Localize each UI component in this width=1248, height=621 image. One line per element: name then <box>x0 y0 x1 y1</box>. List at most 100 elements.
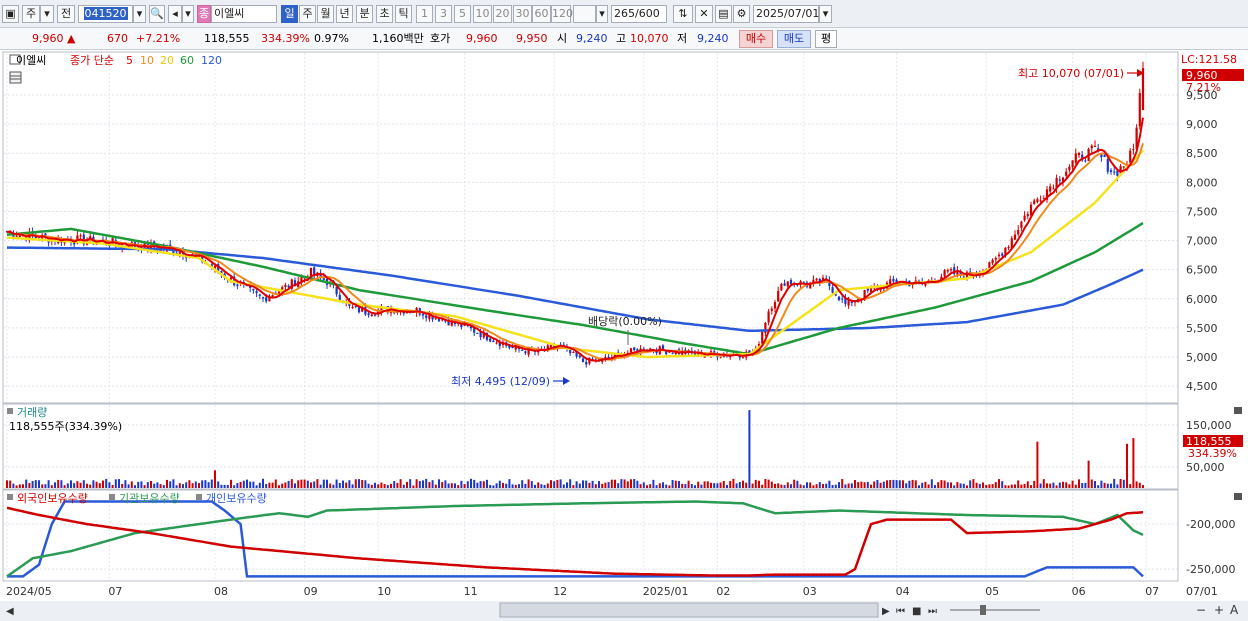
volume-bar <box>50 485 53 488</box>
candle-body <box>1116 170 1119 176</box>
volume-bar <box>303 479 306 488</box>
volume-bar <box>1052 482 1055 488</box>
tab-period-year[interactable]: 년 <box>336 5 353 23</box>
date-picker-icon[interactable]: ▾ <box>819 5 832 23</box>
candle-body <box>373 314 377 316</box>
volume-bar <box>223 484 226 488</box>
volume-bar <box>255 485 258 488</box>
volume-bar <box>604 482 607 488</box>
volume-bar <box>834 484 837 488</box>
volume-bar <box>713 483 716 488</box>
volume-bar <box>1110 483 1112 488</box>
tab-period-minute[interactable]: 분 <box>356 5 373 23</box>
custom-interval-field[interactable] <box>573 5 596 23</box>
eval-button[interactable]: 평 <box>815 30 837 48</box>
volume-bar <box>540 484 543 488</box>
stock-code-input[interactable]: 041520 <box>78 5 133 23</box>
volume-bar <box>966 485 968 488</box>
date-tick-label: 03 <box>803 585 817 598</box>
layout-icon[interactable]: ▣ <box>2 5 19 23</box>
interval-60[interactable]: 60 <box>532 5 551 23</box>
ma10-label: 10 <box>140 54 154 67</box>
volume-bar <box>114 479 117 488</box>
tab-period-day[interactable]: 일 <box>281 5 298 23</box>
candle-body <box>991 259 994 264</box>
volume-bar <box>31 481 34 488</box>
volume-bar <box>79 482 82 488</box>
tab-period-tick[interactable]: 틱 <box>395 5 412 23</box>
interval-dropdown-icon[interactable]: ▾ <box>596 5 608 23</box>
interval-10[interactable]: 10 <box>473 5 492 23</box>
volume-bar <box>153 483 156 488</box>
interval-1[interactable]: 1 <box>416 5 433 23</box>
date-field[interactable]: 2025/07/01 <box>753 5 819 23</box>
mode-select[interactable]: 주 <box>22 5 40 23</box>
volume-panel-close-icon[interactable] <box>1234 407 1242 414</box>
volume-bar <box>354 479 357 488</box>
volume-bar <box>278 485 280 488</box>
interval-30[interactable]: 30 <box>513 5 532 23</box>
volume-bar <box>265 483 268 488</box>
price-tick-label: 8,500 <box>1186 147 1218 160</box>
code-dropdown-icon[interactable]: ▾ <box>133 5 146 23</box>
candle-body <box>946 270 949 272</box>
date-tick-label: 09 <box>304 585 318 598</box>
volume-value: 118,555 <box>204 32 250 45</box>
volume-bar <box>598 481 600 488</box>
open-label: 시 <box>557 32 568 45</box>
price-change-pct: +7.21% <box>136 32 181 45</box>
last-icon: ⏭ <box>928 606 937 617</box>
volume-bar <box>726 484 728 488</box>
stock-name-field[interactable]: 이엘씨 <box>211 5 277 23</box>
ma60-label: 60 <box>180 54 194 67</box>
search-icon[interactable]: 🔍 <box>149 5 165 23</box>
chart-area[interactable]: 9,5009,0008,5008,0007,5007,0006,5006,000… <box>0 50 1248 621</box>
volume-bar <box>76 481 79 488</box>
volume-bar <box>306 480 309 488</box>
interval-3[interactable]: 3 <box>435 5 452 23</box>
volume-bar <box>617 483 620 488</box>
volume-bar <box>665 484 668 488</box>
tab-period-month[interactable]: 월 <box>317 5 334 23</box>
prev-button[interactable]: 전 <box>57 5 75 23</box>
volume-bar <box>668 485 671 488</box>
candle-body <box>949 269 953 271</box>
candle-body <box>815 278 818 281</box>
interval-5[interactable]: 5 <box>454 5 471 23</box>
table-view-icon[interactable] <box>9 71 22 84</box>
tab-period-second[interactable]: 초 <box>376 5 393 23</box>
candle-body <box>1074 153 1077 163</box>
stock-badge: 종 <box>197 5 211 23</box>
save-icon[interactable]: ▤ <box>715 5 732 23</box>
interval-20[interactable]: 20 <box>493 5 512 23</box>
volume-bar <box>502 482 504 488</box>
indicator-icon[interactable]: ⇅ <box>673 5 693 23</box>
candle-body <box>889 279 892 285</box>
volume-bar <box>652 479 655 488</box>
settings-gear-icon[interactable]: ⚙ <box>733 5 750 23</box>
buy-button[interactable]: 매수 <box>739 30 773 48</box>
volume-bar <box>1001 481 1004 488</box>
holdings-panel-close-icon[interactable] <box>1234 493 1242 500</box>
volume-bar <box>786 482 789 488</box>
volume-bar <box>742 480 744 488</box>
mode-dropdown-icon[interactable]: ▾ <box>40 5 54 23</box>
interval-120[interactable]: 120 <box>551 5 573 23</box>
price-tick-label: 8,000 <box>1186 176 1218 189</box>
volume-bar <box>102 480 104 488</box>
volume-bar <box>383 483 386 488</box>
crosshair-icon[interactable]: ✕ <box>695 5 713 23</box>
speaker-dropdown-icon[interactable]: ▾ <box>182 5 194 23</box>
price-tick-label: 4,500 <box>1186 380 1218 393</box>
speaker-icon[interactable]: ◂ <box>168 5 182 23</box>
volume-bar <box>950 482 952 488</box>
volume-bar <box>271 482 274 488</box>
volume-bar <box>146 482 149 488</box>
volume-bar <box>482 481 485 488</box>
volume-bar <box>150 480 152 488</box>
volume-bar <box>326 479 328 488</box>
tab-period-week[interactable]: 주 <box>299 5 316 23</box>
view-count-field[interactable]: 265/600 <box>611 5 667 23</box>
sell-button[interactable]: 매도 <box>777 30 811 48</box>
bottom-scrollbar[interactable]: ◀ ▶ ⏮ ■ ⏭ − + A <box>0 601 1248 621</box>
